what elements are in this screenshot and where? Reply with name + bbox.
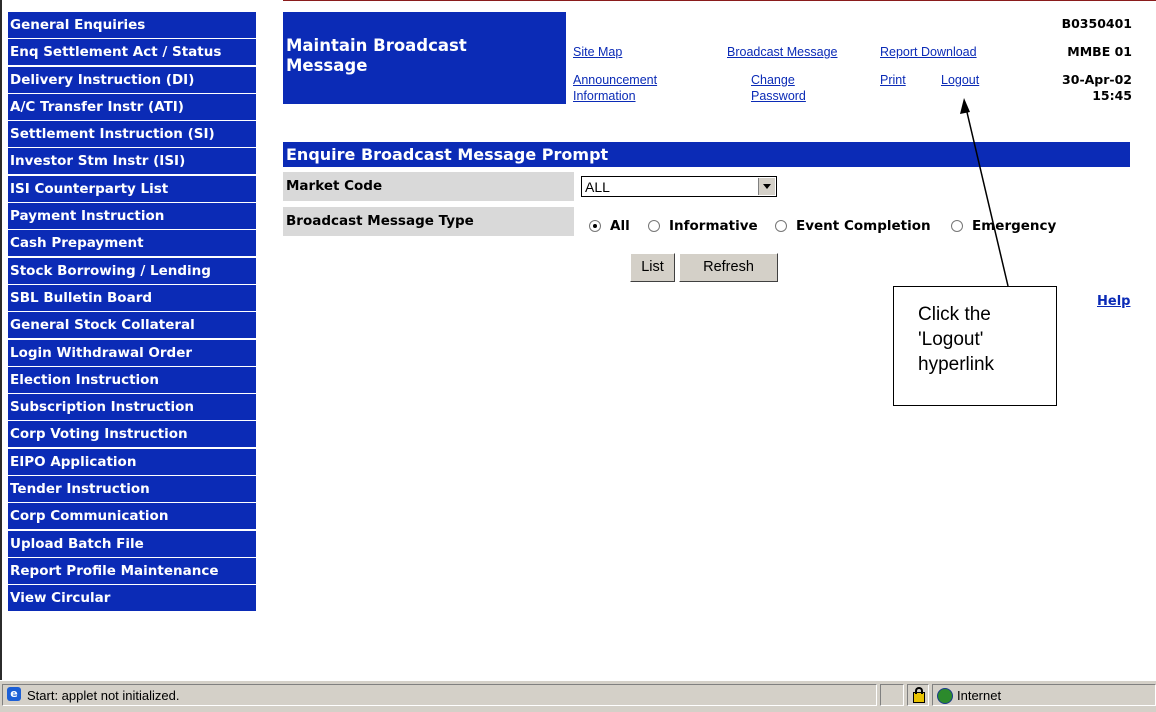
status-panel-empty-1: [880, 684, 904, 706]
top-divider: [283, 0, 1156, 1]
message-type-row: Broadcast Message Type: [283, 207, 574, 236]
callout-text: Click the 'Logout' hyperlink: [918, 304, 995, 375]
ie-page-icon: e: [7, 687, 21, 701]
sidebar-item-corp-communication[interactable]: Corp Communication: [8, 503, 256, 530]
sidebar-item-payment-instruction[interactable]: Payment Instruction: [8, 203, 256, 230]
refresh-button[interactable]: Refresh: [679, 253, 778, 282]
section-title: Enquire Broadcast Message Prompt: [286, 145, 609, 164]
sidebar-item-cash-prepayment[interactable]: Cash Prepayment: [8, 230, 256, 257]
section-header: Enquire Broadcast Message Prompt: [283, 142, 1130, 167]
sidebar-nav: General Enquiries Enq Settlement Act / S…: [8, 12, 256, 613]
status-message-panel: e Start: applet not initialized.: [2, 684, 877, 706]
header-title-box: Maintain Broadcast Message: [283, 12, 566, 104]
sidebar-item-general-stock-collateral[interactable]: General Stock Collateral: [8, 312, 256, 339]
current-time: 15:45: [1092, 88, 1132, 103]
sidebar-item-subscription-instruction[interactable]: Subscription Instruction: [8, 394, 256, 421]
report-download-link[interactable]: Report Download: [880, 44, 977, 60]
sidebar-item-isi-counterparty[interactable]: ISI Counterparty List: [8, 175, 256, 202]
broadcast-message-link[interactable]: Broadcast Message: [727, 44, 837, 60]
sidebar-item-enq-settlement[interactable]: Enq Settlement Act / Status: [8, 39, 256, 66]
help-link[interactable]: Help: [1097, 294, 1130, 309]
market-code-label: Market Code: [286, 178, 383, 194]
radio-informative[interactable]: [648, 220, 660, 232]
sidebar-item-settlement-instruction[interactable]: Settlement Instruction (SI): [8, 121, 256, 148]
site-map-link[interactable]: Site Map: [573, 44, 622, 60]
security-zone-label: Internet: [957, 688, 1002, 703]
sidebar-item-general-enquiries[interactable]: General Enquiries: [8, 12, 256, 38]
radio-informative-label: Informative: [669, 218, 758, 234]
radio-event-completion[interactable]: [775, 220, 787, 232]
lock-shackle: [915, 687, 923, 694]
status-message: Start: applet not initialized.: [27, 688, 180, 703]
sidebar-item-eipo-application[interactable]: EIPO Application: [8, 448, 256, 475]
sidebar-item-view-circular[interactable]: View Circular: [8, 585, 256, 612]
sidebar-item-stock-borrowing[interactable]: Stock Borrowing / Lending: [8, 257, 256, 284]
message-type-label: Broadcast Message Type: [286, 213, 474, 229]
radio-emergency[interactable]: [951, 220, 963, 232]
list-button[interactable]: List: [630, 253, 675, 282]
radio-all[interactable]: [589, 220, 601, 232]
page-title: Maintain Broadcast Message: [286, 36, 467, 75]
window-left-border: [0, 0, 2, 680]
radio-emergency-label: Emergency: [972, 218, 1057, 234]
sidebar-item-delivery-instruction[interactable]: Delivery Instruction (DI): [8, 66, 256, 93]
market-code-row: Market Code: [283, 172, 574, 201]
instruction-callout: Click the 'Logout' hyperlink: [893, 286, 1057, 406]
announcement-information-link[interactable]: Announcement Information: [573, 72, 693, 104]
sidebar-item-election-instruction[interactable]: Election Instruction: [8, 366, 256, 393]
status-panel-zone: Internet: [932, 684, 1156, 706]
dropdown-arrow-icon[interactable]: [758, 178, 775, 195]
sidebar-item-tender-instruction[interactable]: Tender Instruction: [8, 476, 256, 503]
screen-id: MMBE 01: [1067, 44, 1132, 59]
globe-icon: [937, 688, 953, 704]
sidebar-item-corp-voting[interactable]: Corp Voting Instruction: [8, 421, 256, 448]
radio-all-label: All: [610, 218, 630, 234]
current-date: 30-Apr-02: [1062, 72, 1132, 87]
status-bar: e Start: applet not initialized. Interne…: [0, 680, 1156, 712]
sidebar-item-upload-batch-file[interactable]: Upload Batch File: [8, 530, 256, 557]
change-password-link[interactable]: Change Password: [751, 72, 826, 104]
sidebar-item-sbl-bulletin[interactable]: SBL Bulletin Board: [8, 284, 256, 311]
sidebar-item-login-withdrawal[interactable]: Login Withdrawal Order: [8, 339, 256, 366]
print-link[interactable]: Print: [880, 72, 906, 88]
radio-event-completion-label: Event Completion: [796, 218, 931, 234]
status-panel-security: [907, 684, 929, 706]
sidebar-item-investor-stm[interactable]: Investor Stm Instr (ISI): [8, 148, 256, 175]
sidebar-item-ac-transfer[interactable]: A/C Transfer Instr (ATI): [8, 93, 256, 120]
logout-link[interactable]: Logout: [941, 72, 979, 88]
market-code-value: ALL: [585, 179, 610, 195]
system-code: B0350401: [1061, 16, 1132, 31]
market-code-select[interactable]: ALL: [581, 176, 777, 197]
sidebar-item-report-profile[interactable]: Report Profile Maintenance: [8, 557, 256, 584]
